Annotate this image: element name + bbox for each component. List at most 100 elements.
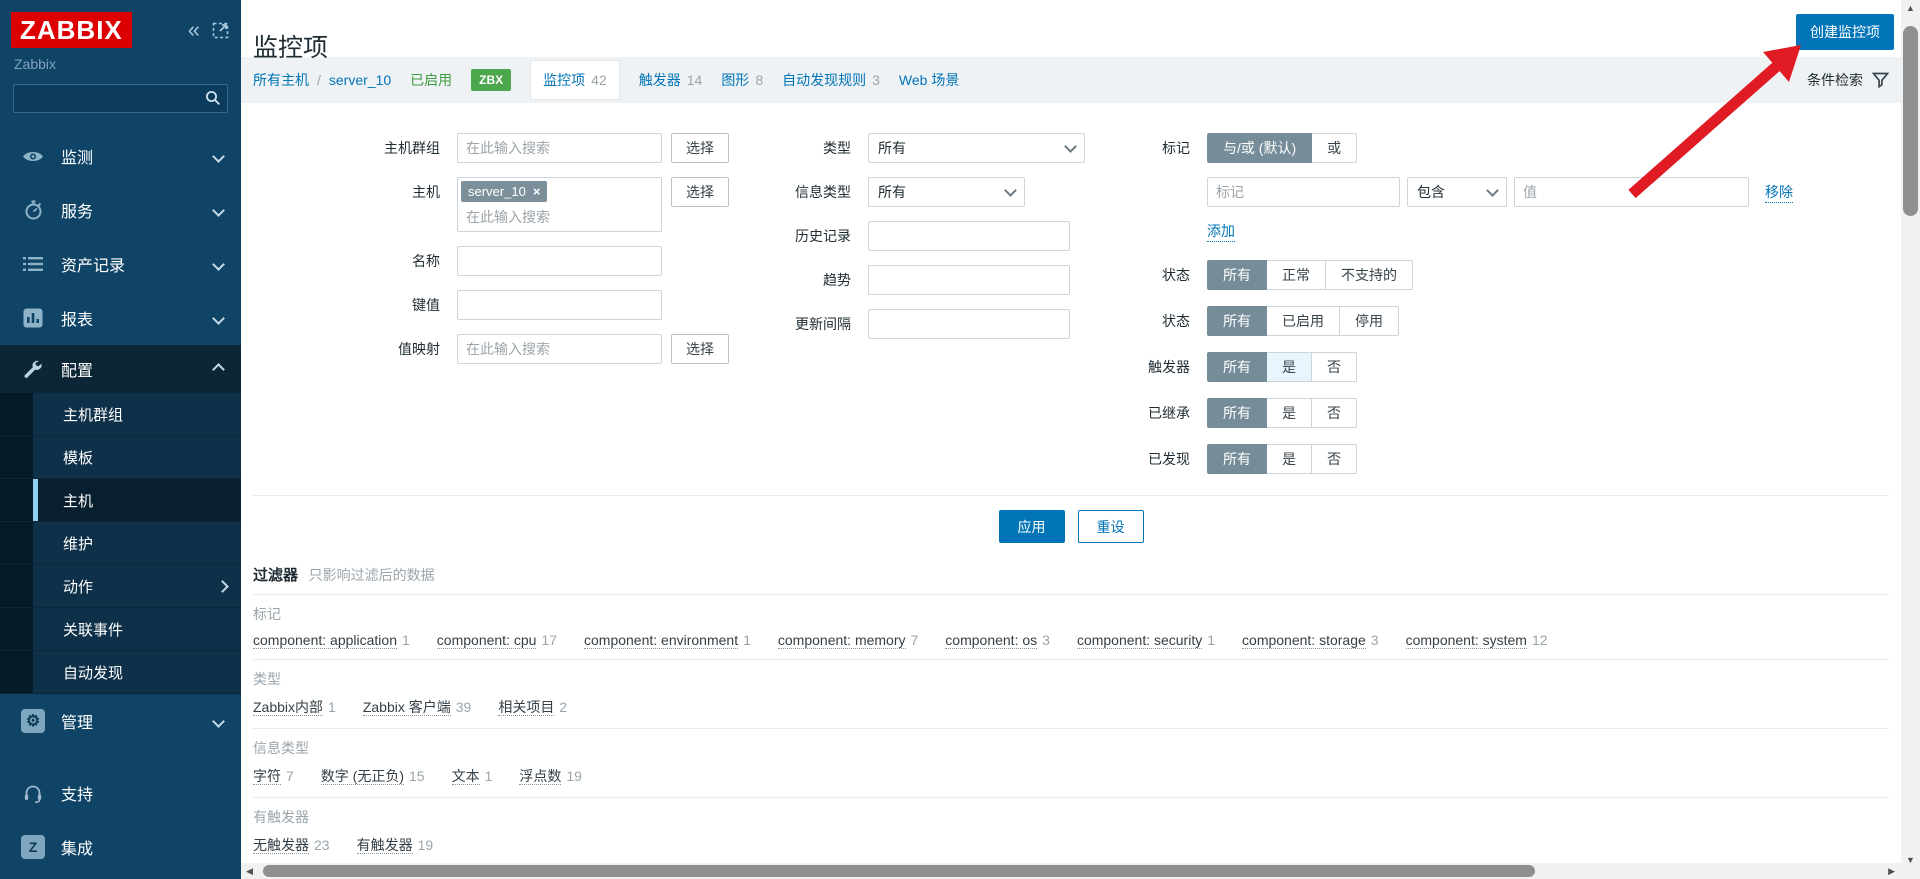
horizontal-scrollbar-thumb[interactable] <box>263 865 1535 877</box>
sidebar-subitem-actions[interactable]: 动作 <box>0 565 241 608</box>
chevron-right-icon <box>216 580 229 593</box>
sidebar-item-monitoring[interactable]: 监测 <box>0 129 241 183</box>
zabbix-logo[interactable]: ZABBIX <box>11 12 132 48</box>
triggers-no[interactable]: 否 <box>1311 352 1357 382</box>
state-normal[interactable]: 正常 <box>1266 260 1326 290</box>
valuemap-select-button[interactable]: 选择 <box>671 334 729 364</box>
host-group-input[interactable] <box>457 133 662 163</box>
vertical-scrollbar-thumb[interactable] <box>1903 26 1918 216</box>
subfilter-link[interactable]: component: os3 <box>945 632 1050 648</box>
subfilter-link[interactable]: Zabbix 客户端39 <box>363 697 472 717</box>
key-input[interactable] <box>457 290 662 320</box>
scroll-left-icon[interactable]: ◀ <box>246 866 253 877</box>
status-enabled[interactable]: 已启用 <box>1266 306 1340 336</box>
tag-operator-select[interactable]: 包含 <box>1407 177 1507 207</box>
sidebar-item-reports[interactable]: 报表 <box>0 291 241 345</box>
tag-name-input[interactable] <box>1207 177 1400 207</box>
create-item-button[interactable]: 创建监控项 <box>1796 14 1894 50</box>
sidebar-subitem-event-correlation[interactable]: 关联事件 <box>0 608 241 651</box>
tab-web-scenarios[interactable]: Web 场景 <box>899 70 959 90</box>
sidebar-item-support[interactable]: 支持 <box>0 766 241 820</box>
sidebar-subitem-templates[interactable]: 模板 <box>0 436 241 479</box>
subfilter-link[interactable]: component: cpu17 <box>437 632 557 648</box>
triggers-all[interactable]: 所有 <box>1207 352 1267 382</box>
subfilter-link[interactable]: component: environment1 <box>584 632 751 648</box>
sidebar-item-inventory[interactable]: 资产记录 <box>0 237 241 291</box>
sidebar-subitem-host-groups[interactable]: 主机群组 <box>0 393 241 436</box>
history-input[interactable] <box>868 221 1070 251</box>
tag-operator-andor[interactable]: 与/或 (默认) <box>1207 133 1312 163</box>
sidebar-item-services[interactable]: 服务 <box>0 183 241 237</box>
sidebar-subitem-discovery[interactable]: 自动发现 <box>0 651 241 694</box>
tag-remove-link[interactable]: 移除 <box>1765 182 1793 203</box>
state-segment: 所有 正常 不支持的 <box>1207 260 1413 290</box>
sidebar-item-administration[interactable]: ⚙ 管理 <box>0 694 241 748</box>
subfilter-link[interactable]: component: security1 <box>1077 632 1215 648</box>
scroll-right-icon[interactable]: ▶ <box>1888 866 1895 877</box>
chevron-up-icon <box>212 363 225 376</box>
subfilter-link[interactable]: 无触发器23 <box>253 835 330 855</box>
sidebar-expand-icon[interactable] <box>212 22 229 39</box>
apply-button[interactable]: 应用 <box>999 510 1065 543</box>
breadcrumb-host-link[interactable]: server_10 <box>329 72 391 88</box>
subfilter-link[interactable]: 浮点数19 <box>519 766 582 786</box>
sidebar-item-integrations[interactable]: Z 集成 <box>0 820 241 874</box>
filter-toggle[interactable]: 条件检索 <box>1807 70 1889 90</box>
tab-discovery-rules[interactable]: 自动发现规则3 <box>782 70 880 90</box>
name-input[interactable] <box>457 246 662 276</box>
info-type-select[interactable]: 所有 <box>868 177 1025 207</box>
state-not-supported[interactable]: 不支持的 <box>1325 260 1413 290</box>
interval-input[interactable] <box>868 309 1070 339</box>
sidebar-item-configuration[interactable]: 配置 <box>0 345 241 393</box>
type-select[interactable]: 所有 <box>868 133 1085 163</box>
subfilter-link[interactable]: 字符7 <box>253 766 294 786</box>
discovered-no[interactable]: 否 <box>1311 444 1357 474</box>
search-icon[interactable] <box>205 90 221 109</box>
status-all[interactable]: 所有 <box>1207 306 1267 336</box>
tag-operator-or[interactable]: 或 <box>1311 133 1357 163</box>
discovered-all[interactable]: 所有 <box>1207 444 1267 474</box>
sidebar-search-input[interactable] <box>13 84 228 113</box>
subfilter-link[interactable]: component: system12 <box>1406 632 1548 648</box>
sidebar-subitem-maintenance[interactable]: 维护 <box>0 522 241 565</box>
horizontal-scrollbar[interactable]: ◀ ▶ <box>241 863 1901 879</box>
triggers-yes[interactable]: 是 <box>1266 352 1312 382</box>
vertical-scrollbar[interactable]: ▲ ▼ <box>1901 0 1920 879</box>
scroll-down-icon[interactable]: ▼ <box>1901 855 1920 865</box>
valuemap-input[interactable] <box>457 334 662 364</box>
gear-icon: ⚙ <box>20 709 46 733</box>
host-select-button[interactable]: 选择 <box>671 177 729 207</box>
inherited-all[interactable]: 所有 <box>1207 398 1267 428</box>
subfilter-link[interactable]: component: application1 <box>253 632 410 648</box>
breadcrumb-all-hosts-link[interactable]: 所有主机 <box>253 70 309 90</box>
discovered-yes[interactable]: 是 <box>1266 444 1312 474</box>
scroll-up-icon[interactable]: ▲ <box>1901 3 1920 13</box>
subfilter-link[interactable]: 数字 (无正负)15 <box>321 766 425 786</box>
tab-graphs[interactable]: 图形8 <box>721 70 763 90</box>
chip-remove-icon[interactable]: × <box>533 184 541 199</box>
inherited-no[interactable]: 否 <box>1311 398 1357 428</box>
inherited-yes[interactable]: 是 <box>1266 398 1312 428</box>
inherited-segment: 所有 是 否 <box>1207 398 1357 428</box>
tag-value-input[interactable] <box>1514 177 1749 207</box>
trends-input[interactable] <box>868 265 1070 295</box>
subfilter-link[interactable]: Zabbix内部1 <box>253 697 336 717</box>
host-group-select-button[interactable]: 选择 <box>671 133 729 163</box>
tag-add-link[interactable]: 添加 <box>1207 221 1235 242</box>
tag-operator-segment: 与/或 (默认) 或 <box>1207 133 1357 163</box>
tab-triggers[interactable]: 触发器14 <box>639 70 703 90</box>
subfilter-link[interactable]: 相关项目2 <box>498 697 567 717</box>
status-disabled[interactable]: 停用 <box>1339 306 1399 336</box>
sidebar-subitem-hosts[interactable]: 主机 <box>0 479 241 522</box>
host-search-placeholder[interactable]: 在此输入搜索 <box>461 202 658 228</box>
sidebar-collapse-icon[interactable]: « <box>188 20 200 40</box>
subfilter-link[interactable]: component: storage3 <box>1242 632 1379 648</box>
tab-items[interactable]: 监控项42 <box>530 60 620 100</box>
reset-button[interactable]: 重设 <box>1078 510 1144 543</box>
state-all[interactable]: 所有 <box>1207 260 1267 290</box>
subfilter-link[interactable]: 文本1 <box>452 766 493 786</box>
host-multiselect[interactable]: server_10 × 在此输入搜索 <box>457 177 662 232</box>
subfilter-link[interactable]: component: memory7 <box>778 632 918 648</box>
chevron-down-icon <box>212 204 225 217</box>
subfilter-link[interactable]: 有触发器19 <box>357 835 434 855</box>
